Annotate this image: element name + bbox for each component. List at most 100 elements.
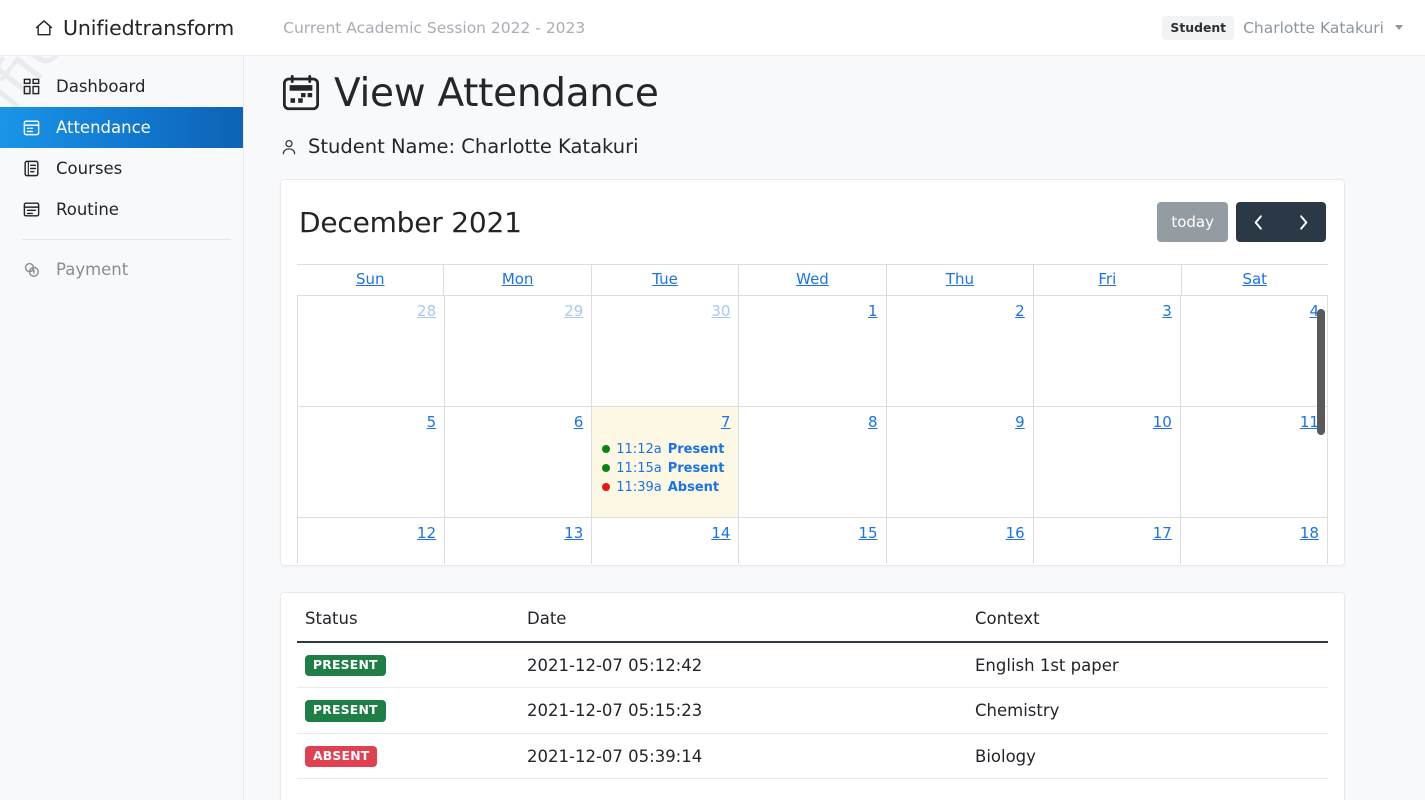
calendar-day-cell[interactable]: 11 [1181, 407, 1327, 517]
academic-session-text: Current Academic Session 2022 - 2023 [283, 18, 586, 37]
cell-date: 2021-12-07 05:39:14 [519, 733, 967, 780]
calendar-scrollbar-thumb[interactable] [1317, 309, 1325, 435]
calendar-day-cell[interactable]: 29 [445, 296, 593, 406]
sidebar-item-attendance[interactable]: Attendance [0, 107, 243, 148]
calendar-day-number[interactable]: 18 [1189, 524, 1319, 543]
book-icon [22, 159, 41, 178]
calendar-grid: 28 29 30 1 2 3 4 5 6 7 11:12a Present 11:15a Present 1… [298, 296, 1327, 564]
calendar-day-number[interactable]: 1 [747, 302, 878, 321]
calendar-day-cell[interactable]: 15 [739, 518, 887, 564]
sidebar-item-courses[interactable]: Courses [0, 148, 243, 189]
caret-down-icon[interactable] [1395, 25, 1403, 30]
user-name-label: Charlotte Katakuri [1243, 18, 1384, 37]
calendar-day-number[interactable]: 28 [306, 302, 436, 321]
calendar-day-cell[interactable]: 28 [298, 296, 446, 406]
event-title: Present [667, 441, 725, 457]
event-title: Present [667, 460, 725, 476]
schedule-icon [22, 200, 41, 219]
calendar-day-cell[interactable]: 3 [1034, 296, 1181, 406]
calendar-day-cell[interactable]: 4 [1181, 296, 1327, 406]
sidebar-item-label: Courses [56, 159, 123, 178]
today-button[interactable]: today [1157, 202, 1228, 242]
calendar-day-number[interactable]: 8 [747, 413, 878, 432]
table-row: ABSENT 2021-12-07 05:39:14 Biology [297, 733, 1328, 780]
calendar-day-cell[interactable]: 13 [445, 518, 593, 564]
prev-month-button[interactable] [1236, 202, 1281, 242]
weekday-mon[interactable]: Mon [444, 265, 592, 295]
calendar-day-cell[interactable]: 12 [298, 518, 446, 564]
calendar-day-number[interactable]: 29 [453, 302, 583, 321]
calendar-day-cell[interactable]: 18 [1181, 518, 1327, 564]
calendar-day-number[interactable]: 13 [453, 524, 583, 543]
calendar-day-number[interactable]: 9 [895, 413, 1025, 432]
event-time: 11:15a [616, 460, 662, 476]
calendar-day-number[interactable]: 7 [600, 413, 731, 432]
weekday-fri[interactable]: Fri [1034, 265, 1182, 295]
app-shell: Unifiedtransform Dashboard Attendance [0, 56, 1425, 800]
calendar-event-list: 11:12a Present 11:15a Present 11:39a Absent [600, 440, 730, 497]
calendar-day-number[interactable]: 15 [747, 524, 877, 543]
calendar-day-number[interactable]: 4 [1189, 302, 1319, 321]
calendar-nav-buttons: today [1157, 202, 1326, 242]
calendar-toolbar: December 2021 today [297, 202, 1328, 242]
calendar-day-cell[interactable]: 1 [739, 296, 887, 406]
calendar-day-number[interactable]: 3 [1042, 302, 1172, 321]
calendar-day-cell[interactable]: 30 [592, 296, 740, 406]
calendar-day-cell[interactable]: 6 [445, 407, 593, 517]
calendar-day-number[interactable]: 6 [453, 413, 584, 432]
weekday-sat[interactable]: Sat [1182, 265, 1328, 295]
calendar-day-cell[interactable]: 16 [887, 518, 1034, 564]
cell-date: 2021-12-07 05:12:42 [519, 642, 967, 689]
calendar-day-cell[interactable]: 5 [298, 407, 446, 517]
calendar-day-cell[interactable]: 2 [887, 296, 1034, 406]
calendar-day-number[interactable]: 30 [600, 302, 730, 321]
sidebar-item-label: Payment [56, 260, 129, 279]
calendar-day-number[interactable]: 2 [895, 302, 1025, 321]
calendar-day-cell[interactable]: 9 [887, 407, 1034, 517]
calendar-event[interactable]: 11:12a Present [600, 440, 730, 459]
calendar-day-number[interactable]: 12 [306, 524, 436, 543]
event-time: 11:39a [616, 479, 662, 495]
calendar-day-number[interactable]: 17 [1042, 524, 1172, 543]
table-row: PRESENT 2021-12-07 05:12:42 English 1st pa… [297, 642, 1328, 689]
sidebar-divider [22, 239, 231, 240]
cell-context: English 1st paper [967, 642, 1328, 689]
status-badge: PRESENT [305, 700, 386, 722]
status-badge: PRESENT [305, 655, 386, 677]
calendar-day-number[interactable]: 16 [895, 524, 1025, 543]
calendar-event[interactable]: 11:15a Present [600, 459, 730, 478]
table-row: PRESENT 2021-12-07 05:15:23 Chemistry [297, 687, 1328, 734]
sidebar-item-dashboard[interactable]: Dashboard [0, 66, 243, 107]
attendance-table-body: PRESENT 2021-12-07 05:12:42 English 1st pa… [297, 642, 1328, 780]
sidebar: Unifiedtransform Dashboard Attendance [0, 56, 244, 800]
event-status-dot-icon [602, 445, 611, 454]
column-header-context: Context [967, 609, 1328, 643]
calendar-day-cell[interactable]: 14 [592, 518, 740, 564]
weekday-thu[interactable]: Thu [887, 265, 1035, 295]
cell-status: ABSENT [297, 733, 519, 780]
calendar-day-number[interactable]: 14 [600, 524, 730, 543]
weekday-tue[interactable]: Tue [592, 265, 740, 295]
calendar-day-cell[interactable]: 7 11:12a Present 11:15a Present 11:39a Absent [592, 407, 740, 517]
calendar-day-cell[interactable]: 17 [1034, 518, 1181, 564]
sidebar-item-label: Attendance [56, 118, 151, 137]
calendar-event[interactable]: 11:39a Absent [600, 478, 730, 497]
calendar-day-cell[interactable]: 8 [739, 407, 887, 517]
cell-status: PRESENT [297, 687, 519, 734]
calendar-day-number[interactable]: 5 [306, 413, 437, 432]
event-status-dot-icon [602, 483, 611, 492]
calendar-day-cell[interactable]: 10 [1034, 407, 1181, 517]
column-header-status: Status [297, 609, 519, 643]
calendar-day-number[interactable]: 10 [1042, 413, 1172, 432]
main-content: View Attendance Student Name: Charlotte … [244, 56, 1425, 800]
table-header-row: Status Date Context [297, 609, 1328, 643]
next-month-button[interactable] [1281, 202, 1326, 242]
weekday-wed[interactable]: Wed [739, 265, 887, 295]
calendar-weekday-header: Sun Mon Tue Wed Thu Fri Sat [297, 264, 1328, 296]
cell-context: Biology [967, 733, 1328, 780]
weekday-sun[interactable]: Sun [297, 265, 445, 295]
sidebar-item-payment[interactable]: Payment [0, 249, 243, 290]
sidebar-item-routine[interactable]: Routine [0, 189, 243, 230]
brand-link[interactable]: Unifiedtransform [34, 16, 234, 40]
calendar-day-number[interactable]: 11 [1189, 413, 1319, 432]
